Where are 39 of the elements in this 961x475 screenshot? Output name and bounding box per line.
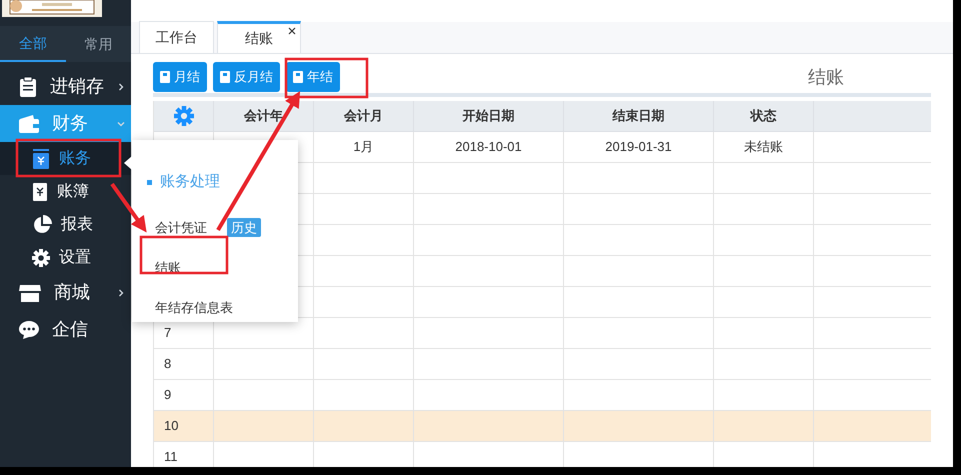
yen-book-icon <box>32 182 48 202</box>
book-icon <box>293 71 303 83</box>
tab[interactable]: 工作台 <box>139 21 214 53</box>
settings-icon <box>32 248 50 266</box>
annotation-arrow <box>110 182 147 232</box>
close-icon[interactable] <box>288 27 296 35</box>
store-icon <box>18 282 42 302</box>
bullet-icon <box>147 180 152 185</box>
page-heading: 结账 <box>808 66 844 88</box>
popup-menu-item[interactable]: 会计凭证 <box>155 218 207 238</box>
row-number-cell: 11 <box>154 442 214 467</box>
sidebar-tab[interactable]: 全部 <box>0 26 66 62</box>
book-icon <box>160 71 170 83</box>
table-cell: 2018-10-01 <box>414 132 564 162</box>
menu-item[interactable]: 企信 <box>0 311 131 348</box>
sidebar-tab[interactable]: 常用 <box>66 26 131 62</box>
chat-icon <box>18 320 40 340</box>
clipboard-icon <box>18 76 38 98</box>
yen-book-icon <box>32 148 50 168</box>
tab[interactable]: 结账 <box>217 21 301 53</box>
submenu-item[interactable]: 设置 <box>0 241 131 274</box>
wallet-icon <box>18 114 40 134</box>
table-cell: 1月 <box>314 132 414 162</box>
submenu-item[interactable]: 账务 <box>0 142 131 175</box>
book-icon <box>220 71 230 83</box>
table-cell: 2019-01-31 <box>564 132 714 162</box>
popup-heading: 账务处理 <box>160 172 220 192</box>
submenu-item[interactable]: 报表 <box>0 208 131 241</box>
row-number-cell: 8 <box>154 349 214 379</box>
popup-menu-item[interactable]: 年结存信息表 <box>155 298 233 318</box>
selected-row[interactable]: 10 <box>154 411 931 442</box>
row-number-cell: 9 <box>154 380 214 410</box>
submenu-item[interactable]: 账簿 <box>0 175 131 208</box>
settings-icon[interactable] <box>174 106 194 126</box>
menu-item[interactable]: 商城 <box>0 274 131 311</box>
row-number-cell: 10 <box>154 411 214 441</box>
menu-item[interactable]: 进销存 <box>0 68 131 105</box>
table-cell: 未结账 <box>714 132 814 162</box>
pie-chart-icon <box>32 214 52 234</box>
